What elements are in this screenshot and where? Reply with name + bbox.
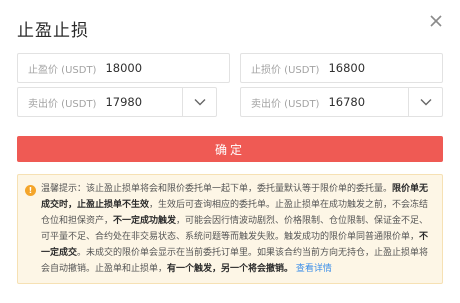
take-profit-sell-dropdown[interactable]	[182, 88, 216, 116]
stop-loss-sell-dropdown[interactable]	[408, 88, 442, 116]
notice-bold-2: 不一定成功触发	[113, 216, 177, 226]
warning-icon: !	[25, 185, 36, 196]
confirm-button[interactable]: 确定	[17, 136, 443, 162]
stop-loss-sell-input[interactable]: 卖出价 (USDT) 16780	[240, 87, 443, 117]
stop-loss-trigger-label: 止损价 (USDT)	[251, 64, 320, 76]
stop-loss-trigger-input[interactable]: 止损价 (USDT) 16800	[240, 53, 443, 83]
take-profit-sell-input[interactable]: 卖出价 (USDT) 17980	[17, 87, 217, 117]
take-profit-trigger-value[interactable]: 18000	[96, 61, 142, 75]
chevron-down-icon	[420, 99, 431, 106]
chevron-down-icon	[194, 99, 205, 106]
stop-loss-sell-label: 卖出价 (USDT)	[251, 98, 320, 110]
close-button[interactable]	[427, 12, 445, 30]
dialog-title: 止盈止损	[17, 21, 89, 41]
take-profit-trigger-label: 止盈价 (USDT)	[28, 64, 97, 76]
notice-text-1: 温馨提示：该止盈止损单将会和限价委托单一起下单，委托量默认等于限价单的委托量。	[41, 184, 393, 194]
take-profit-trigger-input[interactable]: 止盈价 (USDT) 18000	[17, 53, 230, 83]
stop-loss-sell-value[interactable]: 16780	[319, 95, 365, 109]
take-profit-sell-value[interactable]: 17980	[96, 95, 142, 109]
take-profit-sell-label: 卖出价 (USDT)	[28, 98, 97, 110]
notice-text: 温馨提示：该止盈止损单将会和限价委托单一起下单，委托量默认等于限价单的委托量。限…	[41, 181, 434, 277]
notice-bold-4: 有一个触发，另一个将会撤销。	[167, 264, 294, 274]
notice-box: ! 温馨提示：该止盈止损单将会和限价委托单一起下单，委托量默认等于限价单的委托量…	[17, 174, 443, 284]
view-details-link[interactable]: 查看详情	[296, 264, 332, 274]
close-icon	[430, 15, 442, 27]
stop-loss-trigger-value[interactable]: 16800	[319, 61, 365, 75]
